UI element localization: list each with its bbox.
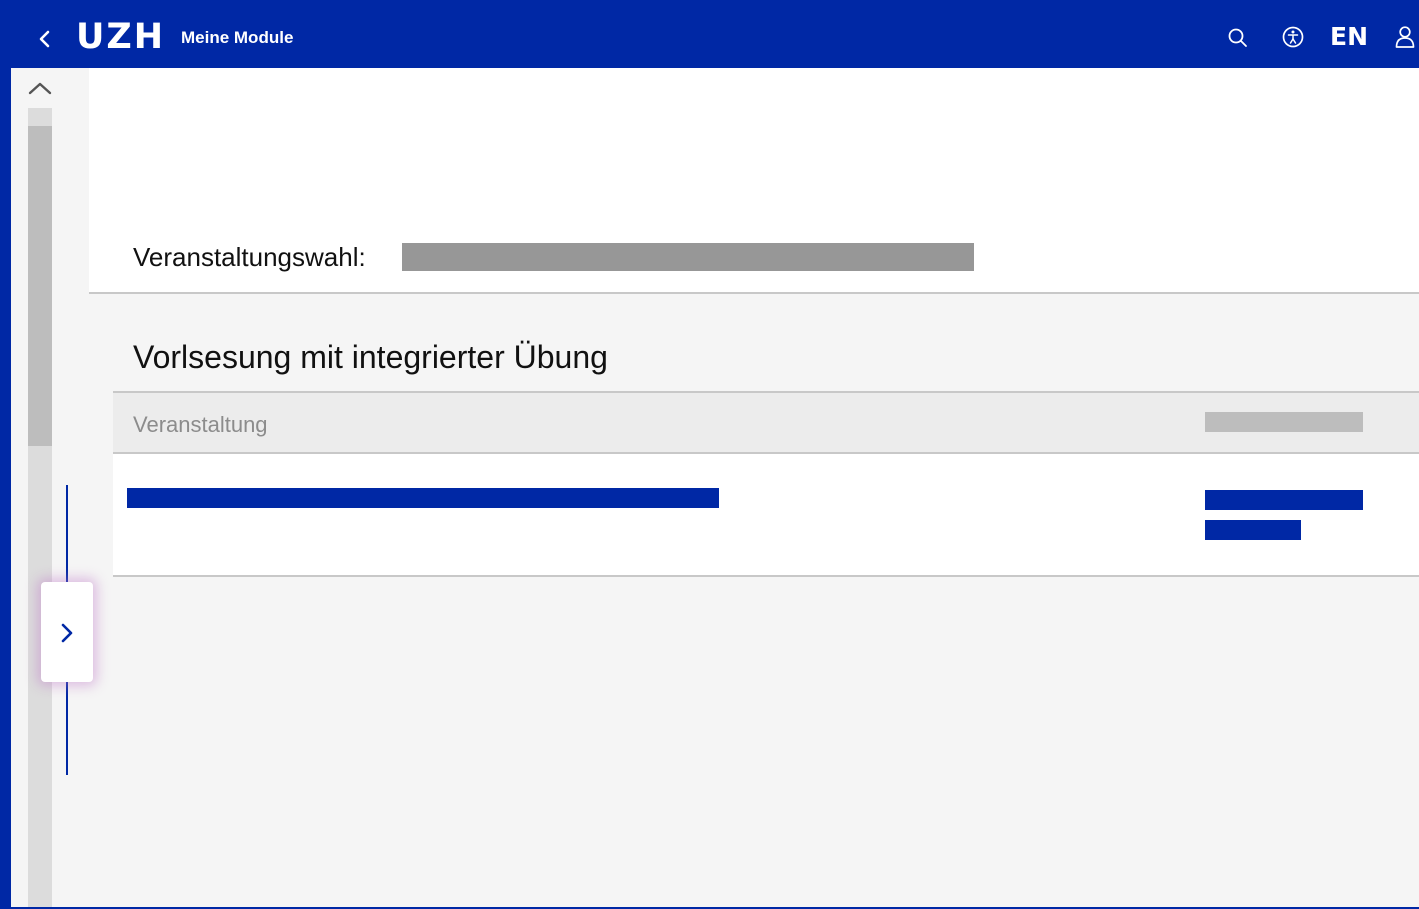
accessibility-button[interactable]	[1281, 22, 1307, 52]
chevron-left-icon	[39, 30, 50, 48]
language-switch[interactable]: EN	[1330, 20, 1368, 54]
row-value-redacted[interactable]	[1205, 490, 1363, 510]
table-row	[113, 454, 1419, 577]
selection-value-redacted	[402, 243, 974, 271]
column-header-redacted	[1205, 412, 1363, 432]
column-header-veranstaltung: Veranstaltung	[133, 412, 268, 437]
panel-divider	[89, 292, 1419, 294]
course-link-redacted[interactable]	[127, 488, 719, 508]
accessibility-icon	[1282, 26, 1304, 48]
search-icon	[1228, 28, 1247, 47]
chevron-right-icon	[61, 623, 73, 643]
user-button[interactable]	[1393, 22, 1417, 52]
row-value-redacted-2[interactable]	[1205, 520, 1301, 540]
back-button[interactable]	[34, 24, 56, 54]
uzh-logo[interactable]: UZH	[76, 14, 165, 60]
user-icon	[1395, 26, 1415, 48]
scroll-up-button[interactable]	[26, 78, 54, 100]
app-title: Meine Module	[181, 28, 294, 47]
table-header: Veranstaltung	[113, 391, 1419, 454]
search-button[interactable]	[1226, 22, 1250, 52]
selection-label: Veranstaltungswahl:	[133, 242, 366, 272]
top-header: UZH Meine Module EN	[0, 0, 1419, 68]
expand-sidebar-button[interactable]	[41, 582, 93, 682]
chevron-up-icon	[28, 82, 52, 95]
scrollbar-thumb[interactable]	[28, 126, 52, 446]
section-title: Vorlsesung mit integrierter Übung	[133, 339, 608, 375]
